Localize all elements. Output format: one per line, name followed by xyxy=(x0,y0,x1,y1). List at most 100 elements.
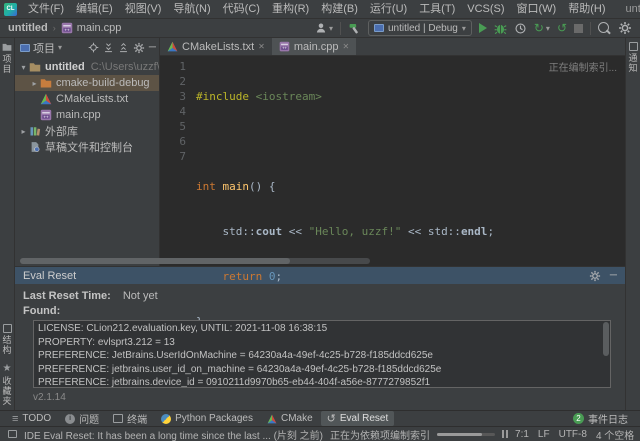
tree-item-cmake-build-debug[interactable]: ▸ cmake-build-debug xyxy=(15,75,159,91)
stop-button[interactable] xyxy=(574,24,583,33)
project-panel-title[interactable]: 项目 xyxy=(33,40,55,56)
menu-help[interactable]: 帮助(H) xyxy=(562,0,611,18)
found-list[interactable]: LICENSE: CLion212.evaluation.key, UNTIL:… xyxy=(33,320,611,388)
debug-button[interactable] xyxy=(494,22,507,35)
bottom-toolwindow-bar: ≡ TODO i 问题 终端 Python Packages CMake ↺ E… xyxy=(0,410,640,426)
run-configuration-select[interactable]: untitled | Debug ▾ xyxy=(368,20,472,36)
last-reset-value: Not yet xyxy=(123,290,158,302)
event-count-badge: 2 xyxy=(573,413,584,424)
menu-vcs[interactable]: VCS(S) xyxy=(461,0,510,18)
toolwindow-eval-reset-button[interactable]: ↺ Eval Reset xyxy=(321,411,395,426)
tree-item-scratches[interactable]: 草稿文件和控制台 xyxy=(15,139,159,155)
tree-collapsed-icon[interactable]: ▸ xyxy=(29,79,40,88)
scratches-icon xyxy=(29,141,41,153)
rerun-icon: ↻ xyxy=(534,22,544,34)
encoding-indicator[interactable]: UTF-8 xyxy=(559,429,587,440)
menu-window[interactable]: 窗口(W) xyxy=(511,0,563,18)
tree-item-untitled[interactable]: ▾ untitled C:\Users\uzzf\CLionPro xyxy=(15,59,159,75)
toolwindow-python-packages-button[interactable]: Python Packages xyxy=(155,411,259,426)
user-account-button[interactable]: ▾ xyxy=(315,22,333,34)
tree-item-cmakelists[interactable]: CMakeLists.txt xyxy=(15,91,159,107)
code-line: std::cout << "Hello, uzzf!" << std::endl… xyxy=(196,224,625,239)
toolbar-divider xyxy=(590,22,591,35)
build-hammer-button[interactable] xyxy=(348,22,361,35)
toolwindow-cmake-button[interactable]: CMake xyxy=(261,411,319,426)
code-line xyxy=(196,134,625,149)
list-item[interactable]: PROPERTY: evlsprt3.212 = 13 xyxy=(38,336,610,350)
tree-expanded-icon[interactable]: ▾ xyxy=(18,63,29,72)
line-ending-indicator[interactable]: LF xyxy=(538,429,550,440)
menu-navigate[interactable]: 导航(N) xyxy=(167,0,216,18)
folder-icon xyxy=(29,61,41,73)
expand-all-button[interactable] xyxy=(103,42,114,53)
toolwindow-terminal-button[interactable]: 终端 xyxy=(107,411,153,426)
collapse-all-button[interactable] xyxy=(118,42,129,53)
menu-view[interactable]: 视图(V) xyxy=(119,0,168,18)
clion-window: CL 文件(F) 编辑(E) 视图(V) 导航(N) 代码(C) 重构(R) 构… xyxy=(0,0,640,441)
menu-file[interactable]: 文件(F) xyxy=(22,0,70,18)
project-view-icon xyxy=(20,44,30,52)
status-indexing-text: 正在为依赖项编制索引 xyxy=(330,427,430,441)
star-icon: ★ xyxy=(3,363,12,374)
toolwindow-favorites-button[interactable]: ★ 收藏夹 xyxy=(1,359,14,410)
project-tree: ▾ untitled C:\Users\uzzf\CLionPro ▸ cmak… xyxy=(15,57,159,155)
cmake-icon xyxy=(40,93,52,105)
settings-button[interactable] xyxy=(618,21,632,35)
structure-icon xyxy=(3,324,12,333)
menu-tools[interactable]: 工具(T) xyxy=(413,0,461,18)
last-reset-label: Last Reset Time: xyxy=(23,290,111,302)
caret-position[interactable]: 7:1 xyxy=(515,429,529,440)
chevron-down-icon: ▾ xyxy=(329,24,333,33)
breadcrumb-file[interactable]: main.cpp xyxy=(61,22,122,34)
list-item[interactable]: PREFERENCE: jetbrains.device_id = 091021… xyxy=(38,376,610,388)
menu-edit[interactable]: 编辑(E) xyxy=(70,0,119,18)
tree-collapsed-icon[interactable]: ▸ xyxy=(18,127,29,136)
run-button[interactable] xyxy=(479,23,487,33)
close-tab-icon[interactable]: ✕ xyxy=(258,42,265,51)
menu-run[interactable]: 运行(U) xyxy=(364,0,413,18)
search-everywhere-button[interactable] xyxy=(598,22,611,35)
hide-panel-button[interactable]: ─ xyxy=(149,42,156,53)
toolwindow-problems-button[interactable]: i 问题 xyxy=(59,411,105,426)
pause-indexing-button[interactable] xyxy=(502,430,508,438)
tab-cmakelists[interactable]: CMakeLists.txt ✕ xyxy=(160,38,272,55)
menu-code[interactable]: 代码(C) xyxy=(217,0,266,18)
list-item[interactable]: LICENSE: CLion212.evaluation.key, UNTIL:… xyxy=(38,322,610,336)
event-log-button[interactable]: 2 事件日志 xyxy=(567,411,634,426)
indent-indicator[interactable]: 4 个空格 xyxy=(596,427,634,441)
menu-refactor[interactable]: 重构(R) xyxy=(266,0,315,18)
left-toolwindow-bar: 项目 结构 ★ 收藏夹 xyxy=(0,38,15,410)
toolwindow-structure-button[interactable]: 结构 xyxy=(1,320,14,359)
excluded-folder-icon xyxy=(40,77,52,89)
profiler-button[interactable] xyxy=(514,22,527,35)
list-item[interactable]: PREFERENCE: jetbrains.user_id_on_machine… xyxy=(38,363,610,377)
menu-build[interactable]: 构建(B) xyxy=(315,0,364,18)
toolwindow-notifications-button[interactable]: 通知 xyxy=(627,38,640,77)
close-tab-icon[interactable]: ✕ xyxy=(342,42,349,51)
editor-area: CMakeLists.txt ✕ main.cpp ✕ 正在编制索引... 1 xyxy=(160,38,625,266)
tab-main-cpp[interactable]: main.cpp ✕ xyxy=(272,38,356,55)
list-item[interactable]: PREFERENCE: JetBrains.UserIdOnMachine = … xyxy=(38,349,610,363)
run-with-coverage-button[interactable]: ↻ ▾ xyxy=(534,22,550,34)
locate-file-button[interactable] xyxy=(88,42,99,53)
user-icon xyxy=(315,22,327,34)
list-scrollbar-thumb[interactable] xyxy=(603,322,609,356)
tree-item-main-cpp[interactable]: main.cpp xyxy=(15,107,159,123)
right-toolwindow-bar: 通知 xyxy=(625,38,640,410)
library-icon xyxy=(29,125,41,137)
navigation-toolbar: untitled › main.cpp ▾ untitled | Debug ▾… xyxy=(0,19,640,38)
chevron-down-icon: ▾ xyxy=(546,24,550,33)
attach-process-icon[interactable]: ↺ xyxy=(557,22,567,34)
breadcrumb-project[interactable]: untitled xyxy=(8,22,48,34)
cpp-file-icon xyxy=(61,22,73,34)
toolwindow-project-button[interactable]: 项目 xyxy=(1,38,14,78)
tree-item-external-libraries[interactable]: ▸ 外部库 xyxy=(15,123,159,139)
horizontal-scrollbar-thumb[interactable] xyxy=(20,258,290,264)
toolwindow-switcher-icon[interactable] xyxy=(8,430,17,438)
clion-logo-icon: CL xyxy=(4,3,17,16)
cmake-icon xyxy=(167,41,178,52)
project-settings-button[interactable] xyxy=(133,42,145,54)
python-icon xyxy=(161,414,171,424)
toolwindow-todo-button[interactable]: ≡ TODO xyxy=(6,411,57,426)
status-message[interactable]: IDE Eval Reset: It has been a long time … xyxy=(24,427,323,441)
